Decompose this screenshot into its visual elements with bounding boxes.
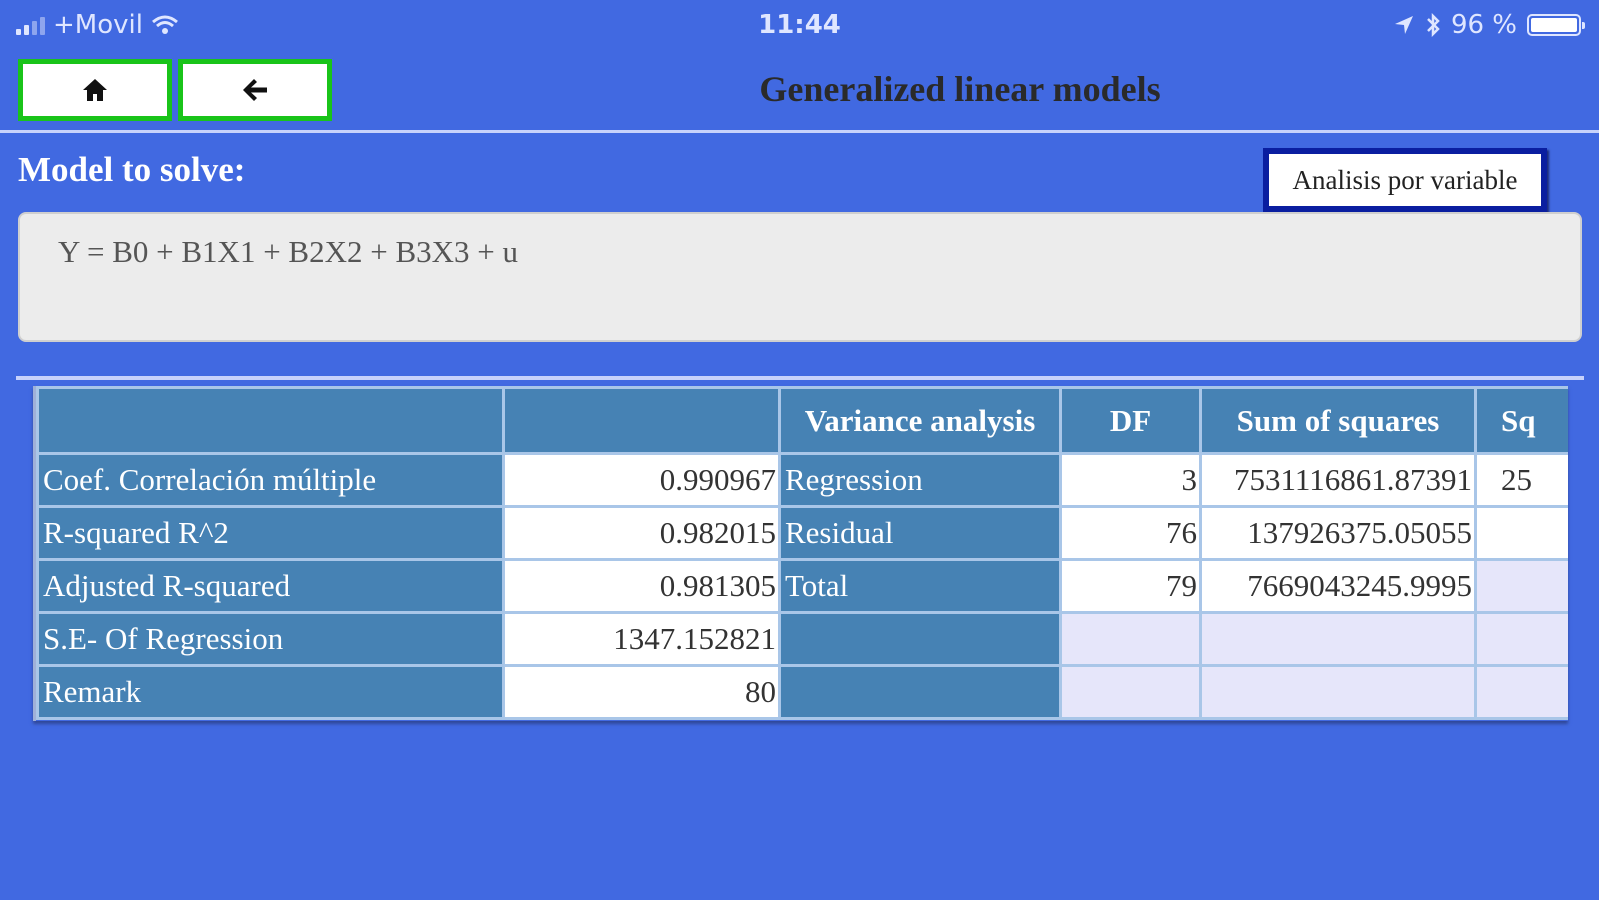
table-row: Coef. Correlación múltiple 0.990967 Regr… [36, 452, 1568, 508]
status-bar: +Movil 11:44 96 % [0, 0, 1599, 52]
back-button[interactable] [178, 59, 332, 121]
table-row: Adjusted R-squared 0.981305 Total 79 766… [36, 558, 1568, 614]
header-variance-analysis: Variance analysis [778, 386, 1062, 455]
sq-value [1474, 558, 1568, 614]
page-title: Generalized linear models [759, 69, 1161, 109]
header-df: DF [1059, 386, 1202, 455]
results-table-container[interactable]: Variance analysis DF Sum of squares Sq C… [33, 386, 1568, 721]
header-value [502, 386, 781, 455]
sq-value: 25 [1474, 452, 1568, 508]
results-table: Variance analysis DF Sum of squares Sq C… [36, 386, 1568, 720]
df-value [1059, 664, 1202, 720]
ss-value: 7531116861.87391 [1199, 452, 1477, 508]
model-equation-field[interactable]: Y = B0 + B1X1 + B2X2 + B3X3 + u [18, 212, 1582, 342]
table-row: R-squared R^2 0.982015 Residual 76 13792… [36, 505, 1568, 561]
home-button[interactable] [18, 59, 172, 121]
header-divider [0, 130, 1599, 133]
header-sum-of-squares: Sum of squares [1199, 386, 1477, 455]
sq-value [1474, 611, 1568, 667]
header-sq: Sq [1474, 386, 1568, 455]
df-value [1059, 611, 1202, 667]
stat-label: Coef. Correlación múltiple [36, 452, 505, 508]
model-label: Model to solve: [18, 150, 246, 189]
stat-label: R-squared R^2 [36, 505, 505, 561]
df-value: 79 [1059, 558, 1202, 614]
variance-source: Total [778, 558, 1062, 614]
table-row: S.E- Of Regression 1347.152821 [36, 611, 1568, 667]
stat-label: S.E- Of Regression [36, 611, 505, 667]
header-stat [36, 386, 505, 455]
battery-percent: 96 % [1450, 10, 1517, 40]
ss-value [1199, 664, 1477, 720]
battery-icon [1527, 14, 1585, 36]
home-icon [83, 79, 107, 101]
status-time: 11:44 [758, 10, 841, 40]
bluetooth-icon [1427, 13, 1440, 37]
table-row: Remark 80 [36, 664, 1568, 720]
ss-value [1199, 611, 1477, 667]
stat-value: 1347.152821 [502, 611, 781, 667]
variance-source: Regression [778, 452, 1062, 508]
stat-label: Remark [36, 664, 505, 720]
sq-value [1474, 664, 1568, 720]
ss-value: 137926375.05055 [1199, 505, 1477, 561]
stat-value: 0.982015 [502, 505, 781, 561]
status-right: 96 % [1393, 10, 1585, 40]
stat-value: 80 [502, 664, 781, 720]
variance-source [778, 611, 1062, 667]
table-header-row: Variance analysis DF Sum of squares Sq [36, 386, 1568, 455]
df-value: 3 [1059, 452, 1202, 508]
ss-value: 7669043245.9995 [1199, 558, 1477, 614]
stat-value: 0.981305 [502, 558, 781, 614]
variance-source: Residual [778, 505, 1062, 561]
arrow-left-icon [243, 79, 267, 101]
df-value: 76 [1059, 505, 1202, 561]
section-divider [16, 376, 1584, 380]
stat-label: Adjusted R-squared [36, 558, 505, 614]
location-arrow-icon [1394, 16, 1413, 34]
stat-value: 0.990967 [502, 452, 781, 508]
model-equation: Y = B0 + B1X1 + B2X2 + B3X3 + u [58, 234, 519, 269]
sq-value [1474, 505, 1568, 561]
analisis-por-variable-button[interactable]: Analisis por variable [1263, 148, 1547, 212]
variance-source [778, 664, 1062, 720]
